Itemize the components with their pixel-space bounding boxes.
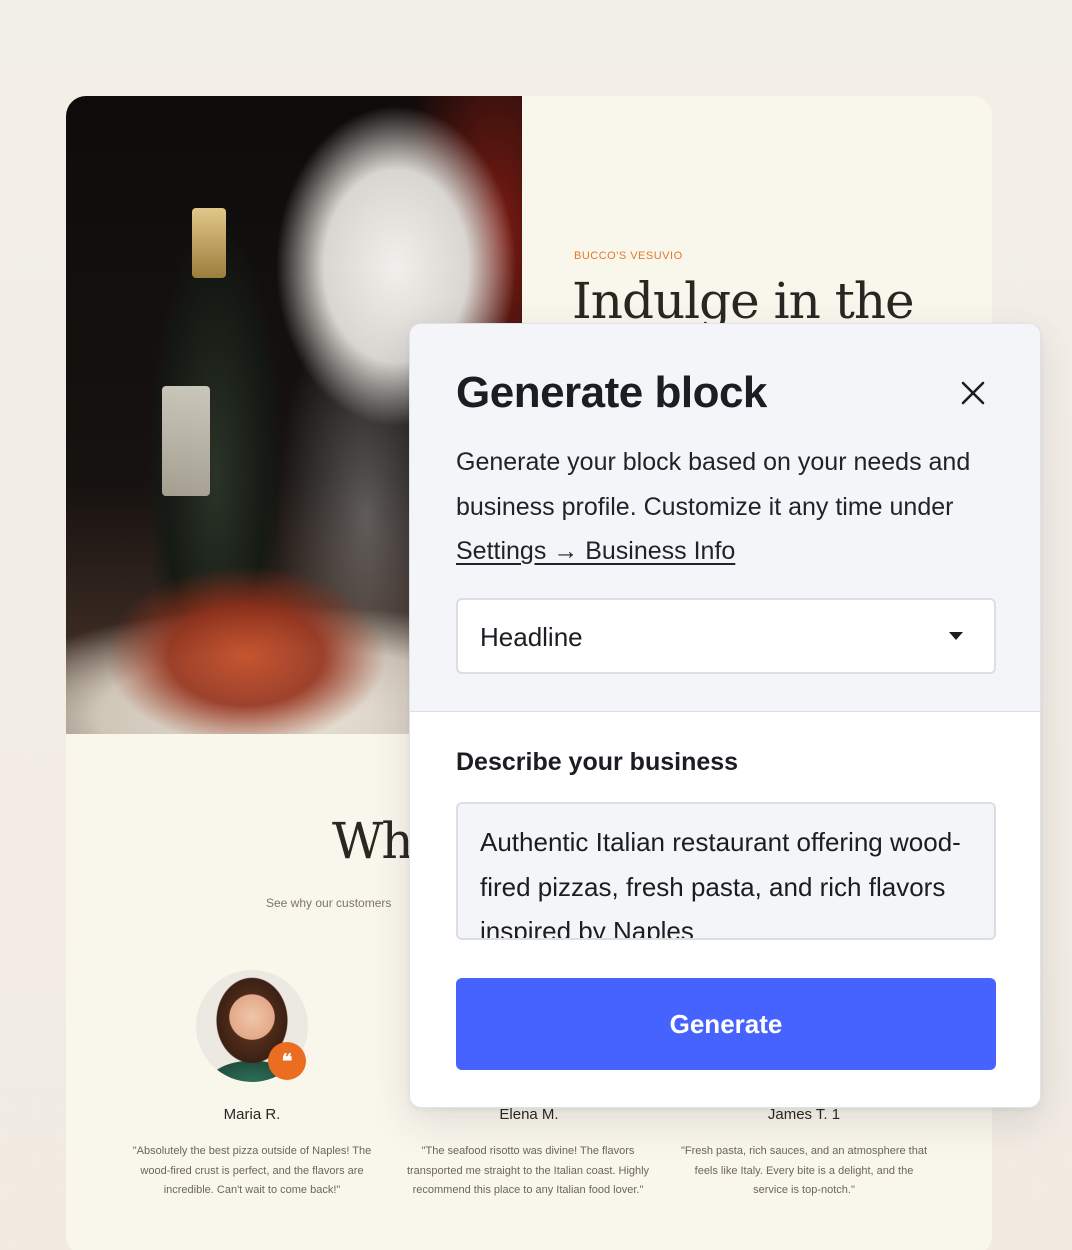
- hero-title: Indulge in the: [572, 272, 915, 330]
- testimonial-name: Maria R.: [223, 1106, 281, 1123]
- close-icon: [961, 381, 985, 405]
- testimonial-name: Elena M.: [499, 1106, 559, 1123]
- caret-down-icon: [949, 632, 963, 640]
- dialog-title: Generate block: [456, 368, 767, 417]
- wine-bottle-label: [162, 386, 210, 496]
- testimonials-subtitle: See why our customers: [266, 896, 392, 910]
- block-type-select[interactable]: Headline: [456, 598, 996, 674]
- testimonial-quote: "Fresh pasta, rich sauces, and an atmosp…: [680, 1145, 928, 1196]
- testimonial-quote: "Absolutely the best pizza outside of Na…: [132, 1145, 372, 1196]
- describe-business-value: Authentic Italian restaurant offering wo…: [480, 827, 961, 940]
- wine-bottle-cap: [192, 208, 226, 278]
- brand-eyebrow: BUCCO'S VESUVIO: [574, 250, 683, 262]
- dialog-description: Generate your block based on your needs …: [456, 440, 1016, 574]
- describe-business-label: Describe your business: [456, 748, 739, 776]
- generate-block-dialog: Generate block Generate your block based…: [409, 323, 1041, 1108]
- block-type-value: Headline: [480, 622, 583, 652]
- settings-business-info-link[interactable]: Settings → Business Info: [456, 537, 735, 565]
- testimonial-name: James T. 1: [767, 1106, 841, 1123]
- testimonial-quote: "The seafood risotto was divine! The fla…: [406, 1145, 650, 1196]
- dialog-description-text: Generate your block based on your needs …: [456, 448, 971, 521]
- close-button[interactable]: [956, 376, 990, 410]
- describe-business-textarea[interactable]: Authentic Italian restaurant offering wo…: [456, 802, 996, 940]
- quote-icon: ❝: [268, 1042, 306, 1080]
- generate-button[interactable]: Generate: [456, 978, 996, 1070]
